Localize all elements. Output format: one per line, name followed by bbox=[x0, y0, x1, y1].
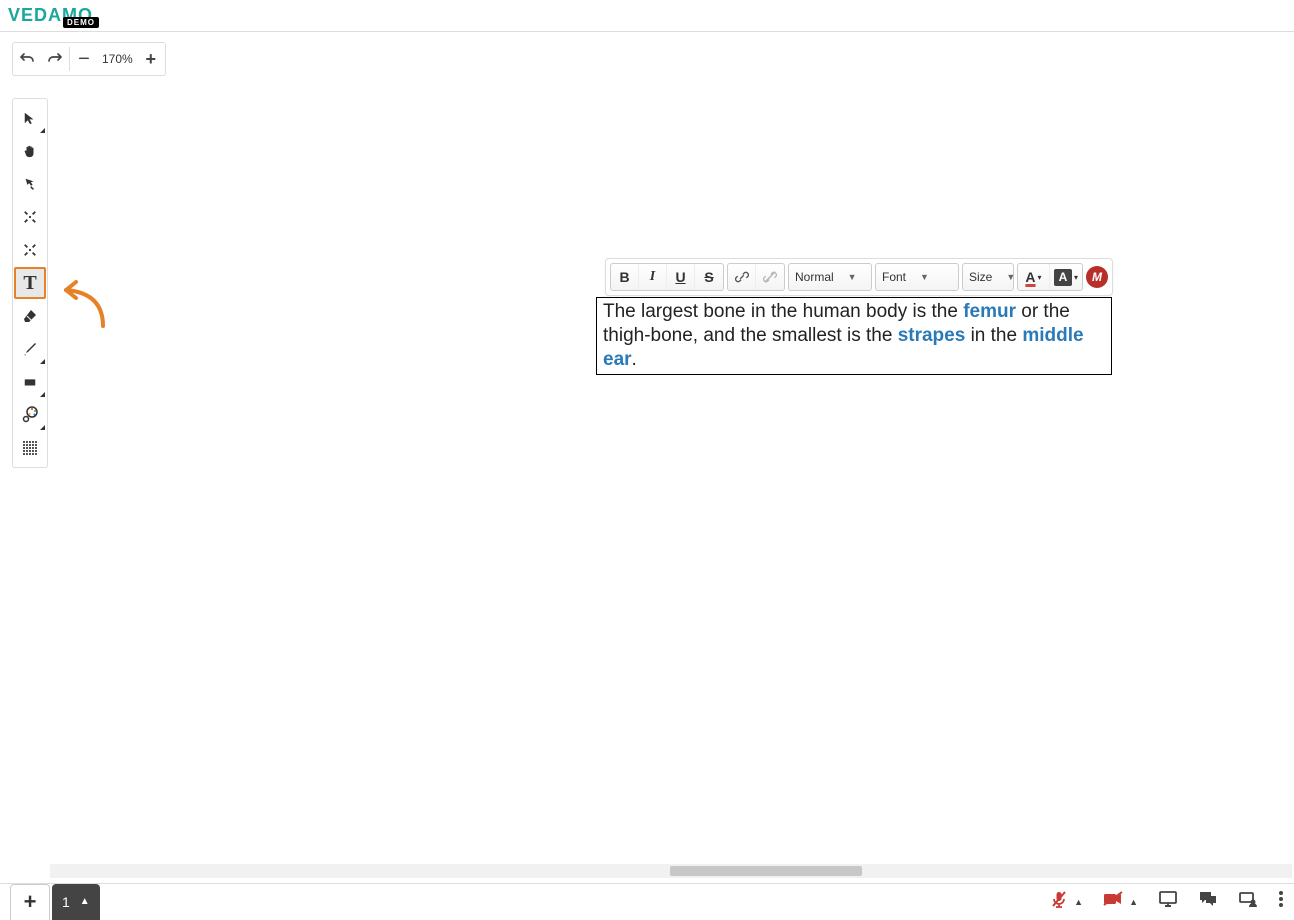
add-page-button[interactable]: + bbox=[10, 884, 50, 920]
strikethrough-button[interactable]: S bbox=[695, 264, 723, 290]
math-button[interactable]: M bbox=[1086, 266, 1108, 288]
chevron-down-icon: ▾ bbox=[1074, 273, 1078, 282]
horizontal-scrollbar[interactable] bbox=[50, 864, 1292, 878]
undo-button[interactable] bbox=[13, 42, 41, 76]
text-segment: . bbox=[632, 349, 637, 370]
unlink-button[interactable] bbox=[756, 264, 784, 290]
tool-sidebar: T bbox=[12, 98, 48, 468]
chevron-down-icon: ▼ bbox=[1006, 272, 1015, 282]
demo-badge: DEMO bbox=[63, 17, 99, 28]
app-header: VEDAMO DEMO bbox=[0, 0, 1294, 32]
math-group: M bbox=[1086, 263, 1108, 291]
text-style-group: B I U S bbox=[610, 263, 724, 291]
ungroup-tool[interactable] bbox=[14, 234, 46, 266]
callout-arrow-annotation bbox=[58, 278, 113, 333]
text-segment: in the bbox=[965, 325, 1022, 346]
hand-tool[interactable] bbox=[14, 135, 46, 167]
text-keyword: strapes bbox=[898, 325, 966, 346]
participants-icon[interactable] bbox=[1238, 890, 1258, 913]
conference-controls: ▲ ▲ bbox=[1050, 890, 1284, 913]
chevron-down-icon: ▾ bbox=[1038, 273, 1042, 282]
underline-button[interactable]: U bbox=[667, 264, 695, 290]
group-tool[interactable] bbox=[14, 201, 46, 233]
submenu-indicator-icon bbox=[40, 359, 45, 364]
italic-button[interactable]: I bbox=[639, 264, 667, 290]
chat-icon[interactable] bbox=[1198, 890, 1218, 913]
select-tool[interactable] bbox=[14, 102, 46, 134]
mic-muted-icon[interactable] bbox=[1050, 890, 1068, 913]
canvas-text-box[interactable]: The largest bone in the human body is th… bbox=[596, 297, 1112, 375]
bottom-bar: + 1 ▲ ▲ ▲ bbox=[0, 883, 1294, 919]
paragraph-style-select[interactable]: Normal ▼ bbox=[788, 263, 872, 291]
paragraph-style-label: Normal bbox=[795, 270, 834, 284]
grid-tool[interactable] bbox=[14, 432, 46, 464]
font-size-select[interactable]: Size ▼ bbox=[962, 263, 1014, 291]
screen-share-icon[interactable] bbox=[1158, 890, 1178, 913]
link-group bbox=[727, 263, 785, 291]
text-tool-icon: T bbox=[23, 272, 36, 295]
font-family-select[interactable]: Font ▼ bbox=[875, 263, 959, 291]
scrollbar-thumb[interactable] bbox=[670, 866, 862, 876]
page-indicator[interactable]: 1 ▲ bbox=[52, 884, 100, 920]
brush-tool[interactable] bbox=[14, 333, 46, 365]
submenu-indicator-icon bbox=[40, 425, 45, 430]
redo-button[interactable] bbox=[41, 42, 69, 76]
pointer-tool[interactable] bbox=[14, 168, 46, 200]
zoom-percent: 170% bbox=[98, 52, 137, 66]
more-options-icon[interactable] bbox=[1278, 890, 1284, 913]
submenu-indicator-icon bbox=[40, 128, 45, 133]
bold-button[interactable]: B bbox=[611, 264, 639, 290]
eraser-tool[interactable] bbox=[14, 300, 46, 332]
font-size-label: Size bbox=[969, 270, 992, 284]
text-segment: The largest bone in the human body is th… bbox=[603, 301, 963, 322]
font-family-label: Font bbox=[882, 270, 906, 284]
chevron-up-icon: ▲ bbox=[80, 896, 90, 907]
chevron-down-icon: ▼ bbox=[920, 272, 929, 282]
page-controls: + 1 ▲ bbox=[0, 884, 100, 919]
app-logo: VEDAMO DEMO bbox=[8, 5, 93, 26]
text-keyword: femur bbox=[963, 301, 1016, 322]
zoom-toolbar: − 170% + bbox=[12, 42, 166, 76]
bg-color-button[interactable]: A ▾ bbox=[1050, 264, 1082, 290]
submenu-indicator-icon bbox=[40, 392, 45, 397]
color-group: A ▾ A ▾ bbox=[1017, 263, 1083, 291]
chevron-down-icon: ▼ bbox=[848, 272, 857, 282]
color-picker-tool[interactable] bbox=[14, 399, 46, 431]
mic-options-button[interactable]: ▲ bbox=[1074, 897, 1083, 907]
shape-tool[interactable] bbox=[14, 366, 46, 398]
current-page-number: 1 bbox=[62, 894, 70, 910]
text-color-button[interactable]: A ▾ bbox=[1018, 264, 1050, 290]
camera-options-button[interactable]: ▲ bbox=[1129, 897, 1138, 907]
text-tool[interactable]: T bbox=[14, 267, 46, 299]
camera-off-icon[interactable] bbox=[1103, 891, 1123, 912]
zoom-in-button[interactable]: + bbox=[137, 42, 165, 76]
link-button[interactable] bbox=[728, 264, 756, 290]
text-editor-toolbar: B I U S Normal ▼ Font ▼ Size ▼ A ▾ A ▾ M bbox=[605, 258, 1113, 296]
zoom-out-button[interactable]: − bbox=[70, 42, 98, 76]
